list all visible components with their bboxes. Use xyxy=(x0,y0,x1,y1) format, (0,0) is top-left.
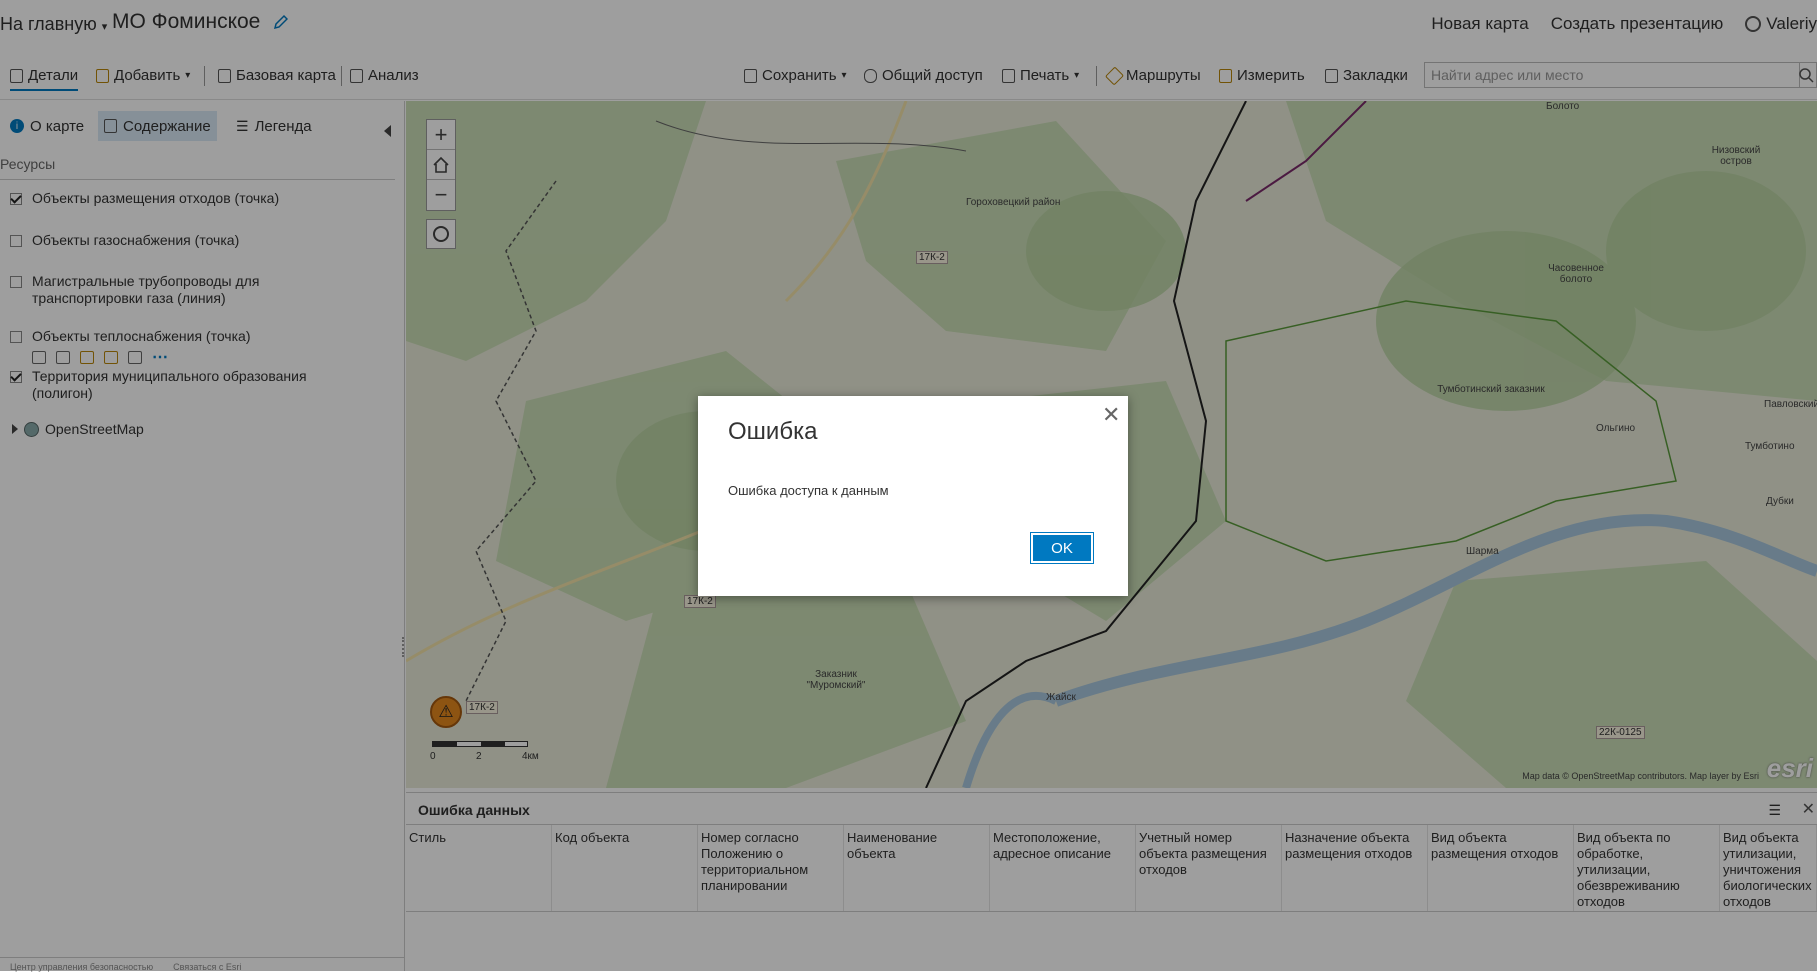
error-dialog: Ошибка ✕ Ошибка доступа к данным OK xyxy=(698,396,1128,596)
close-icon[interactable]: ✕ xyxy=(1102,402,1120,428)
dialog-message: Ошибка доступа к данным xyxy=(728,483,889,498)
ok-button[interactable]: OK xyxy=(1030,532,1094,564)
dialog-title: Ошибка xyxy=(728,418,818,445)
